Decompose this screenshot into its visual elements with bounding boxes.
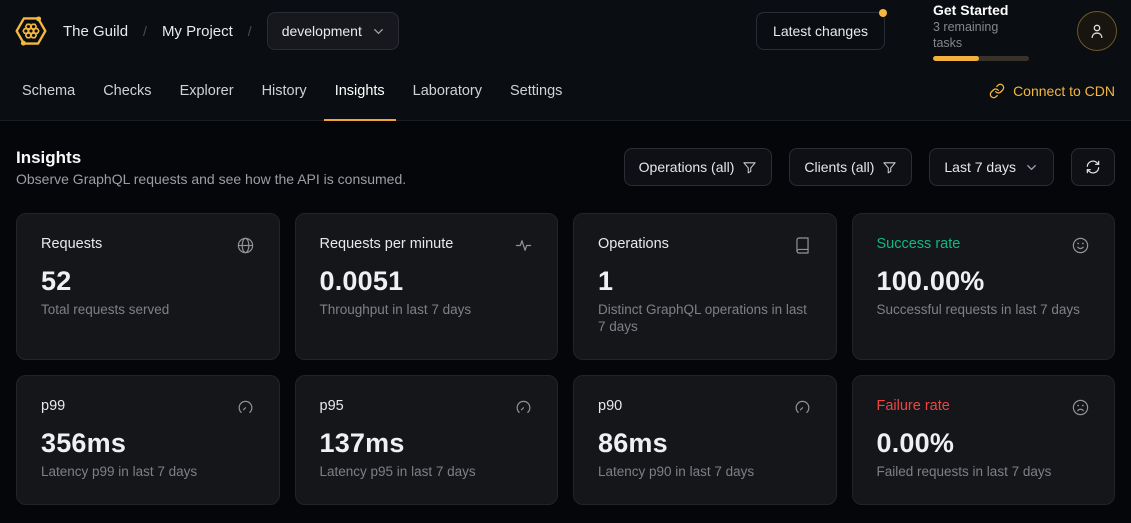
- get-started-title: Get Started: [933, 2, 1029, 19]
- hive-logo-icon[interactable]: [14, 14, 48, 48]
- card-title: p90: [598, 397, 622, 416]
- card-title: Failure rate: [877, 397, 950, 416]
- card-title: p99: [41, 397, 65, 416]
- tab-explorer[interactable]: Explorer: [169, 62, 245, 121]
- person-icon: [1088, 22, 1106, 40]
- breadcrumb-org[interactable]: The Guild: [63, 23, 128, 40]
- gauge-icon: [793, 398, 812, 417]
- user-avatar[interactable]: [1077, 11, 1117, 51]
- target-select[interactable]: development: [267, 12, 399, 50]
- nav-tabs: Schema Checks Explorer History Insights …: [8, 62, 576, 120]
- breadcrumb: The Guild / My Project / development: [63, 12, 399, 50]
- card-title: Requests per minute: [320, 235, 454, 254]
- get-started-subtitle: 3 remaining tasks: [933, 19, 1029, 51]
- card-title: Requests: [41, 235, 102, 254]
- card-title: p95: [320, 397, 344, 416]
- page-title: Insights: [16, 147, 406, 169]
- card-description: Latency p99 in last 7 days: [41, 463, 255, 480]
- card-description: Total requests served: [41, 301, 255, 318]
- tab-laboratory[interactable]: Laboratory: [402, 62, 493, 121]
- latest-changes-button[interactable]: Latest changes: [756, 12, 885, 50]
- get-started-progressbar: [933, 56, 1029, 61]
- filter-funnel-icon: [882, 160, 897, 175]
- insights-header: Insights Observe GraphQL requests and se…: [0, 121, 1131, 207]
- tab-schema[interactable]: Schema: [11, 62, 86, 121]
- card-value: 0.0051: [320, 266, 534, 297]
- tab-insights[interactable]: Insights: [324, 62, 396, 121]
- card-requests: Requests 52 Total requests served: [16, 213, 280, 360]
- card-failure-rate: Failure rate 0.00% Failed requests in la…: [852, 375, 1116, 505]
- card-value: 1: [598, 266, 812, 297]
- clients-filter-label: Clients (all): [804, 159, 874, 175]
- card-title: Operations: [598, 235, 669, 254]
- card-description: Failed requests in last 7 days: [877, 463, 1091, 480]
- globe-icon: [236, 236, 255, 255]
- card-description: Throughput in last 7 days: [320, 301, 534, 318]
- filter-toolbar: Operations (all) Clients (all) Last 7 da…: [624, 148, 1115, 186]
- gauge-icon: [236, 398, 255, 417]
- card-value: 52: [41, 266, 255, 297]
- card-requests-per-minute: Requests per minute 0.0051 Throughput in…: [295, 213, 559, 360]
- stats-cards-row-2: p99 356ms Latency p99 in last 7 days p95…: [0, 375, 1131, 505]
- connect-cdn-label: Connect to CDN: [1013, 83, 1115, 99]
- get-started-widget[interactable]: Get Started 3 remaining tasks: [933, 2, 1029, 61]
- card-description: Distinct GraphQL operations in last 7 da…: [598, 301, 812, 335]
- clients-filter-button[interactable]: Clients (all): [789, 148, 912, 186]
- breadcrumb-project[interactable]: My Project: [162, 23, 233, 40]
- page-subtitle: Observe GraphQL requests and see how the…: [16, 171, 406, 187]
- card-description: Successful requests in last 7 days: [877, 301, 1091, 318]
- card-p95: p95 137ms Latency p95 in last 7 days: [295, 375, 559, 505]
- card-success-rate: Success rate 100.00% Successful requests…: [852, 213, 1116, 360]
- card-title: Success rate: [877, 235, 961, 254]
- smile-icon: [1071, 236, 1090, 255]
- card-value: 0.00%: [877, 428, 1091, 459]
- card-p99: p99 356ms Latency p99 in last 7 days: [16, 375, 280, 505]
- insights-heading-group: Insights Observe GraphQL requests and se…: [16, 147, 406, 187]
- date-range-label: Last 7 days: [944, 159, 1016, 175]
- card-p90: p90 86ms Latency p90 in last 7 days: [573, 375, 837, 505]
- date-range-select[interactable]: Last 7 days: [929, 148, 1054, 186]
- operations-filter-button[interactable]: Operations (all): [624, 148, 773, 186]
- card-value: 137ms: [320, 428, 534, 459]
- filter-funnel-icon: [742, 160, 757, 175]
- get-started-progress-fill: [933, 56, 979, 61]
- chevron-down-icon: [1024, 160, 1039, 175]
- operations-filter-label: Operations (all): [639, 159, 735, 175]
- card-value: 356ms: [41, 428, 255, 459]
- activity-icon: [514, 236, 533, 255]
- card-value: 100.00%: [877, 266, 1091, 297]
- notification-dot: [879, 9, 887, 17]
- card-value: 86ms: [598, 428, 812, 459]
- target-select-value: development: [282, 23, 362, 39]
- tab-checks[interactable]: Checks: [92, 62, 162, 121]
- chevron-down-icon: [371, 24, 386, 39]
- card-description: Latency p95 in last 7 days: [320, 463, 534, 480]
- link-icon: [989, 83, 1005, 99]
- project-nav: Schema Checks Explorer History Insights …: [0, 62, 1131, 121]
- refresh-icon: [1085, 159, 1101, 175]
- app-header: The Guild / My Project / development Lat…: [0, 0, 1131, 62]
- card-description: Latency p90 in last 7 days: [598, 463, 812, 480]
- breadcrumb-separator: /: [143, 23, 147, 39]
- latest-changes-label: Latest changes: [773, 23, 868, 39]
- breadcrumb-separator: /: [248, 23, 252, 39]
- stats-cards-row-1: Requests 52 Total requests served Reques…: [0, 213, 1131, 360]
- tab-settings[interactable]: Settings: [499, 62, 573, 121]
- gauge-icon: [514, 398, 533, 417]
- connect-cdn-link[interactable]: Connect to CDN: [989, 62, 1115, 120]
- tab-history[interactable]: History: [251, 62, 318, 121]
- book-icon: [793, 236, 812, 255]
- card-operations: Operations 1 Distinct GraphQL operations…: [573, 213, 837, 360]
- frown-icon: [1071, 398, 1090, 417]
- refresh-button[interactable]: [1071, 148, 1115, 186]
